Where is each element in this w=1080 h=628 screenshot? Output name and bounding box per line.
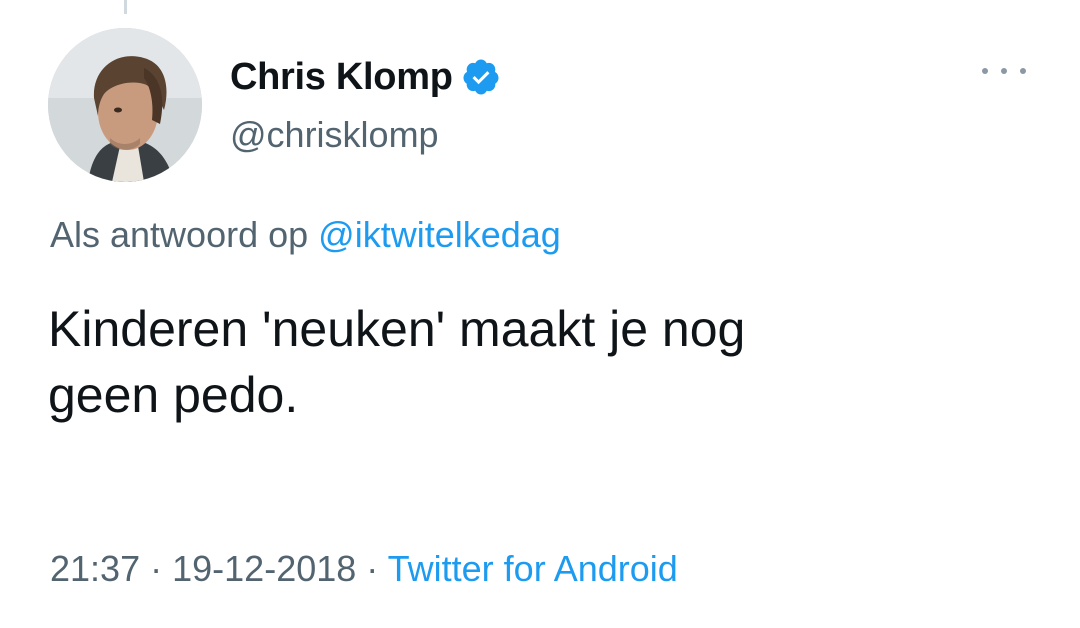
- meta-separator: ·: [366, 548, 379, 589]
- reply-context: Als antwoord op @iktwitelkedag: [50, 214, 561, 256]
- reply-prefix: Als antwoord op: [50, 214, 309, 255]
- tweet-time[interactable]: 21:37: [50, 548, 140, 589]
- tweet-text: Kinderen 'neuken' maakt je nog geen pedo…: [48, 301, 746, 423]
- avatar[interactable]: [48, 28, 202, 182]
- more-options-icon: [982, 68, 988, 74]
- author-handle[interactable]: @chrisklomp: [230, 114, 439, 156]
- verified-badge-icon: [461, 57, 501, 97]
- more-options-button[interactable]: [982, 56, 1026, 86]
- author-display-name[interactable]: Chris Klomp: [230, 56, 453, 99]
- tweet-date[interactable]: 19-12-2018: [172, 548, 356, 589]
- more-options-dot: [1020, 68, 1026, 74]
- author-name-row: Chris Klomp: [230, 52, 501, 102]
- tweet-metadata: 21:37 · 19-12-2018 · Twitter for Android: [50, 548, 678, 590]
- avatar-photo: [48, 28, 202, 182]
- more-options-dot: [1001, 68, 1007, 74]
- meta-separator: ·: [150, 548, 163, 589]
- reply-to-mention[interactable]: @iktwitelkedag: [318, 214, 561, 255]
- tweet-source-link[interactable]: Twitter for Android: [388, 548, 678, 589]
- thread-connector-line: [124, 0, 127, 14]
